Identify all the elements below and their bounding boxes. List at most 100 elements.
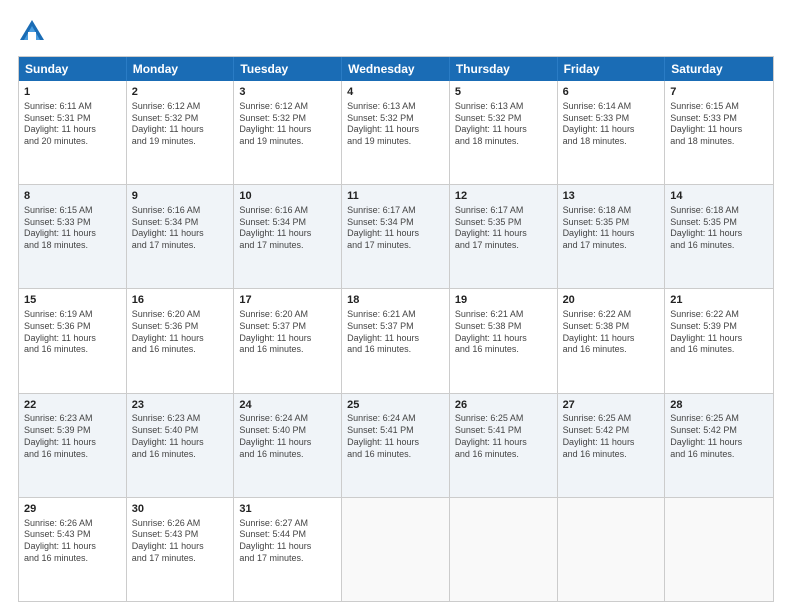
day-number: 15 [24, 293, 121, 308]
calendar-body: 1Sunrise: 6:11 AM Sunset: 5:31 PM Daylig… [19, 81, 773, 601]
day-info: Sunrise: 6:14 AM Sunset: 5:33 PM Dayligh… [563, 101, 660, 148]
day-number: 14 [670, 189, 768, 204]
calendar-row: 8Sunrise: 6:15 AM Sunset: 5:33 PM Daylig… [19, 184, 773, 288]
day-number: 1 [24, 85, 121, 100]
day-info: Sunrise: 6:17 AM Sunset: 5:34 PM Dayligh… [347, 205, 444, 252]
calendar-cell: 25Sunrise: 6:24 AM Sunset: 5:41 PM Dayli… [342, 394, 450, 497]
day-number: 18 [347, 293, 444, 308]
day-info: Sunrise: 6:27 AM Sunset: 5:44 PM Dayligh… [239, 518, 336, 565]
calendar-cell: 14Sunrise: 6:18 AM Sunset: 5:35 PM Dayli… [665, 185, 773, 288]
day-number: 13 [563, 189, 660, 204]
day-info: Sunrise: 6:13 AM Sunset: 5:32 PM Dayligh… [455, 101, 552, 148]
day-number: 16 [132, 293, 229, 308]
calendar-cell: 16Sunrise: 6:20 AM Sunset: 5:36 PM Dayli… [127, 289, 235, 392]
day-number: 8 [24, 189, 121, 204]
calendar-cell: 26Sunrise: 6:25 AM Sunset: 5:41 PM Dayli… [450, 394, 558, 497]
day-info: Sunrise: 6:12 AM Sunset: 5:32 PM Dayligh… [239, 101, 336, 148]
day-info: Sunrise: 6:16 AM Sunset: 5:34 PM Dayligh… [239, 205, 336, 252]
day-number: 7 [670, 85, 768, 100]
weekday-header: Friday [558, 57, 666, 81]
day-info: Sunrise: 6:16 AM Sunset: 5:34 PM Dayligh… [132, 205, 229, 252]
day-number: 5 [455, 85, 552, 100]
day-number: 31 [239, 502, 336, 517]
calendar-cell: 7Sunrise: 6:15 AM Sunset: 5:33 PM Daylig… [665, 81, 773, 184]
calendar-row: 1Sunrise: 6:11 AM Sunset: 5:31 PM Daylig… [19, 81, 773, 184]
day-info: Sunrise: 6:22 AM Sunset: 5:39 PM Dayligh… [670, 309, 768, 356]
day-info: Sunrise: 6:20 AM Sunset: 5:36 PM Dayligh… [132, 309, 229, 356]
calendar-cell: 12Sunrise: 6:17 AM Sunset: 5:35 PM Dayli… [450, 185, 558, 288]
calendar-cell: 9Sunrise: 6:16 AM Sunset: 5:34 PM Daylig… [127, 185, 235, 288]
logo [18, 18, 50, 46]
day-info: Sunrise: 6:26 AM Sunset: 5:43 PM Dayligh… [132, 518, 229, 565]
day-info: Sunrise: 6:19 AM Sunset: 5:36 PM Dayligh… [24, 309, 121, 356]
calendar-row: 29Sunrise: 6:26 AM Sunset: 5:43 PM Dayli… [19, 497, 773, 601]
day-number: 19 [455, 293, 552, 308]
calendar-cell: 18Sunrise: 6:21 AM Sunset: 5:37 PM Dayli… [342, 289, 450, 392]
calendar-cell: 31Sunrise: 6:27 AM Sunset: 5:44 PM Dayli… [234, 498, 342, 601]
day-number: 26 [455, 398, 552, 413]
weekday-header: Monday [127, 57, 235, 81]
day-number: 25 [347, 398, 444, 413]
calendar-cell: 8Sunrise: 6:15 AM Sunset: 5:33 PM Daylig… [19, 185, 127, 288]
calendar-cell: 29Sunrise: 6:26 AM Sunset: 5:43 PM Dayli… [19, 498, 127, 601]
day-info: Sunrise: 6:13 AM Sunset: 5:32 PM Dayligh… [347, 101, 444, 148]
day-info: Sunrise: 6:11 AM Sunset: 5:31 PM Dayligh… [24, 101, 121, 148]
day-info: Sunrise: 6:12 AM Sunset: 5:32 PM Dayligh… [132, 101, 229, 148]
day-info: Sunrise: 6:15 AM Sunset: 5:33 PM Dayligh… [24, 205, 121, 252]
calendar-row: 15Sunrise: 6:19 AM Sunset: 5:36 PM Dayli… [19, 288, 773, 392]
day-info: Sunrise: 6:25 AM Sunset: 5:42 PM Dayligh… [563, 413, 660, 460]
day-info: Sunrise: 6:26 AM Sunset: 5:43 PM Dayligh… [24, 518, 121, 565]
calendar-row: 22Sunrise: 6:23 AM Sunset: 5:39 PM Dayli… [19, 393, 773, 497]
calendar-cell: 13Sunrise: 6:18 AM Sunset: 5:35 PM Dayli… [558, 185, 666, 288]
calendar-cell: 21Sunrise: 6:22 AM Sunset: 5:39 PM Dayli… [665, 289, 773, 392]
calendar-cell: 6Sunrise: 6:14 AM Sunset: 5:33 PM Daylig… [558, 81, 666, 184]
calendar-cell [665, 498, 773, 601]
day-number: 29 [24, 502, 121, 517]
calendar-header: SundayMondayTuesdayWednesdayThursdayFrid… [19, 57, 773, 81]
day-number: 22 [24, 398, 121, 413]
calendar-cell: 5Sunrise: 6:13 AM Sunset: 5:32 PM Daylig… [450, 81, 558, 184]
day-number: 12 [455, 189, 552, 204]
calendar-cell: 22Sunrise: 6:23 AM Sunset: 5:39 PM Dayli… [19, 394, 127, 497]
day-info: Sunrise: 6:24 AM Sunset: 5:40 PM Dayligh… [239, 413, 336, 460]
day-number: 30 [132, 502, 229, 517]
day-info: Sunrise: 6:25 AM Sunset: 5:42 PM Dayligh… [670, 413, 768, 460]
day-info: Sunrise: 6:15 AM Sunset: 5:33 PM Dayligh… [670, 101, 768, 148]
day-info: Sunrise: 6:21 AM Sunset: 5:38 PM Dayligh… [455, 309, 552, 356]
day-info: Sunrise: 6:21 AM Sunset: 5:37 PM Dayligh… [347, 309, 444, 356]
day-number: 11 [347, 189, 444, 204]
calendar-cell: 19Sunrise: 6:21 AM Sunset: 5:38 PM Dayli… [450, 289, 558, 392]
day-info: Sunrise: 6:17 AM Sunset: 5:35 PM Dayligh… [455, 205, 552, 252]
day-number: 21 [670, 293, 768, 308]
calendar-cell: 20Sunrise: 6:22 AM Sunset: 5:38 PM Dayli… [558, 289, 666, 392]
day-info: Sunrise: 6:24 AM Sunset: 5:41 PM Dayligh… [347, 413, 444, 460]
day-number: 6 [563, 85, 660, 100]
logo-icon [18, 18, 46, 46]
page: SundayMondayTuesdayWednesdayThursdayFrid… [0, 0, 792, 612]
day-info: Sunrise: 6:22 AM Sunset: 5:38 PM Dayligh… [563, 309, 660, 356]
calendar-cell: 27Sunrise: 6:25 AM Sunset: 5:42 PM Dayli… [558, 394, 666, 497]
calendar-cell: 2Sunrise: 6:12 AM Sunset: 5:32 PM Daylig… [127, 81, 235, 184]
calendar-cell [558, 498, 666, 601]
header [18, 18, 774, 46]
day-number: 10 [239, 189, 336, 204]
weekday-header: Saturday [665, 57, 773, 81]
weekday-header: Thursday [450, 57, 558, 81]
day-number: 17 [239, 293, 336, 308]
day-info: Sunrise: 6:20 AM Sunset: 5:37 PM Dayligh… [239, 309, 336, 356]
calendar-cell [342, 498, 450, 601]
day-number: 3 [239, 85, 336, 100]
day-number: 27 [563, 398, 660, 413]
calendar-cell: 3Sunrise: 6:12 AM Sunset: 5:32 PM Daylig… [234, 81, 342, 184]
calendar-cell: 28Sunrise: 6:25 AM Sunset: 5:42 PM Dayli… [665, 394, 773, 497]
calendar-cell: 4Sunrise: 6:13 AM Sunset: 5:32 PM Daylig… [342, 81, 450, 184]
calendar-cell: 23Sunrise: 6:23 AM Sunset: 5:40 PM Dayli… [127, 394, 235, 497]
day-number: 23 [132, 398, 229, 413]
day-number: 24 [239, 398, 336, 413]
weekday-header: Wednesday [342, 57, 450, 81]
calendar-cell: 15Sunrise: 6:19 AM Sunset: 5:36 PM Dayli… [19, 289, 127, 392]
day-info: Sunrise: 6:18 AM Sunset: 5:35 PM Dayligh… [670, 205, 768, 252]
day-info: Sunrise: 6:18 AM Sunset: 5:35 PM Dayligh… [563, 205, 660, 252]
weekday-header: Sunday [19, 57, 127, 81]
calendar-cell: 30Sunrise: 6:26 AM Sunset: 5:43 PM Dayli… [127, 498, 235, 601]
